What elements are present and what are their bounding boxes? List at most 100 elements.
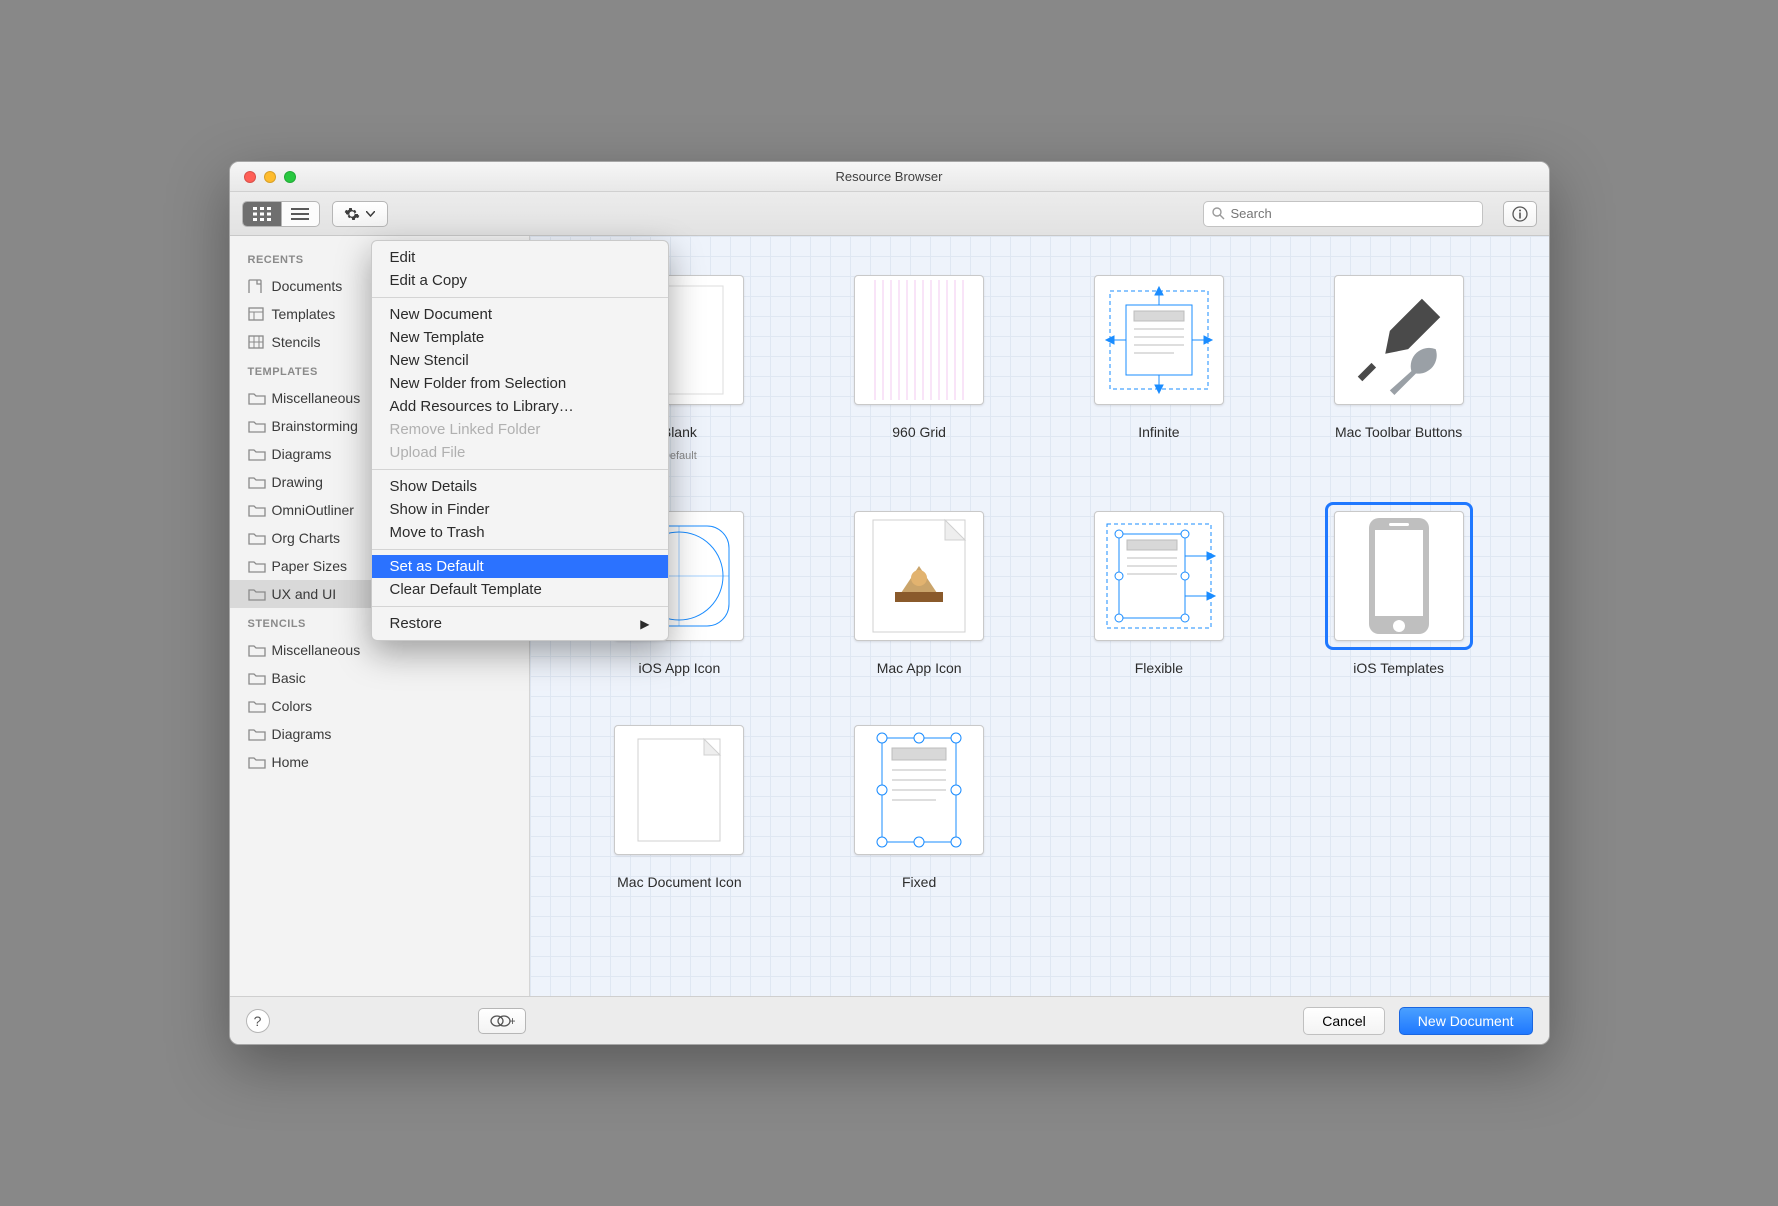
sidebar-item-label: Home <box>272 754 309 770</box>
template-item[interactable]: Mac App Icon <box>809 502 1029 676</box>
template-thumbnail <box>614 725 744 855</box>
add-linked-folder-button[interactable]: + <box>478 1008 526 1034</box>
menu-separator <box>372 297 668 298</box>
sidebar-item-label: Basic <box>272 670 306 686</box>
action-menu-button[interactable] <box>332 201 388 227</box>
menu-item-label: New Template <box>390 329 485 346</box>
menu-item[interactable]: Set as Default <box>372 555 668 578</box>
menu-item[interactable]: New Document <box>372 303 668 326</box>
sidebar-item-label: Drawing <box>272 474 323 490</box>
menu-item[interactable]: Restore▶ <box>372 612 668 635</box>
folder-icon <box>248 390 266 406</box>
template-item[interactable]: Mac Toolbar Buttons <box>1289 266 1509 462</box>
sidebar-item-label: Diagrams <box>272 446 332 462</box>
folder-icon <box>248 446 266 462</box>
cancel-button[interactable]: Cancel <box>1303 1007 1385 1035</box>
sten-icon <box>248 334 266 350</box>
sidebar-item[interactable]: Colors <box>230 692 529 720</box>
sidebar-item-label: Paper Sizes <box>272 558 347 574</box>
template-item[interactable]: Mac Document Icon <box>570 716 790 890</box>
sidebar-item[interactable]: Home <box>230 748 529 776</box>
action-dropdown-menu: Edit Edit a Copy New Document New Template N… <box>371 240 669 641</box>
help-button[interactable]: ? <box>246 1009 270 1033</box>
menu-item[interactable]: New Folder from Selection <box>372 372 668 395</box>
template-label: Mac Toolbar Buttons <box>1335 424 1462 440</box>
search-icon <box>1212 207 1225 220</box>
sidebar-item[interactable]: Diagrams <box>230 720 529 748</box>
template-label: 960 Grid <box>892 424 946 440</box>
sidebar-item-label: OmniOutliner <box>272 502 354 518</box>
sidebar-item[interactable]: Basic <box>230 664 529 692</box>
menu-item[interactable]: Clear Default Template <box>372 578 668 601</box>
menu-item-label: Edit a Copy <box>390 272 468 289</box>
svg-text:+: + <box>509 1014 515 1028</box>
template-label: Mac Document Icon <box>617 874 742 890</box>
gear-icon <box>344 206 360 222</box>
menu-item[interactable]: New Stencil <box>372 349 668 372</box>
template-item[interactable]: Infinite <box>1049 266 1269 462</box>
folder-icon <box>248 502 266 518</box>
search-input[interactable] <box>1231 206 1474 221</box>
menu-separator <box>372 549 668 550</box>
toolbar <box>230 192 1549 236</box>
template-thumbnail <box>854 511 984 641</box>
sidebar-item-label: Brainstorming <box>272 418 358 434</box>
view-mode-segmented <box>242 201 320 227</box>
sidebar-item-label: Miscellaneous <box>272 642 361 658</box>
search-field[interactable] <box>1203 201 1483 227</box>
folder-icon <box>248 418 266 434</box>
sidebar-item-label: Miscellaneous <box>272 390 361 406</box>
menu-item[interactable]: Edit <box>372 246 668 269</box>
folder-icon <box>248 474 266 490</box>
template-item[interactable]: Fixed <box>809 716 1029 890</box>
template-thumbnail <box>1094 511 1224 641</box>
menu-item: Upload File <box>372 441 668 464</box>
menu-item[interactable]: Show in Finder <box>372 498 668 521</box>
info-button[interactable] <box>1503 201 1537 227</box>
template-thumbnail <box>1094 275 1224 405</box>
footer: ? + Cancel New Document <box>230 996 1549 1044</box>
list-view-button[interactable] <box>281 202 319 226</box>
folder-icon <box>248 530 266 546</box>
folder-icon <box>248 670 266 686</box>
menu-item[interactable]: Show Details <box>372 475 668 498</box>
menu-separator <box>372 606 668 607</box>
menu-item-label: Move to Trash <box>390 524 485 541</box>
tmpl-icon <box>248 306 266 322</box>
template-item[interactable]: 960 Grid <box>809 266 1029 462</box>
folder-icon <box>248 754 266 770</box>
template-label: Mac App Icon <box>877 660 962 676</box>
menu-item[interactable]: Add Resources to Library… <box>372 395 668 418</box>
sidebar-item-label: Stencils <box>272 334 321 350</box>
sidebar-item-label: UX and UI <box>272 586 337 602</box>
template-thumbnail <box>1334 511 1464 641</box>
template-thumbnail <box>854 725 984 855</box>
resource-browser-window: Resource Browser <box>229 161 1550 1045</box>
menu-item-label: Restore <box>390 615 443 632</box>
sidebar-item-label: Colors <box>272 698 312 714</box>
template-label: Infinite <box>1138 424 1179 440</box>
folder-icon <box>248 558 266 574</box>
template-thumbnail <box>1334 275 1464 405</box>
sidebar-item-label: Diagrams <box>272 726 332 742</box>
grid-view-button[interactable] <box>243 202 281 226</box>
template-thumbnail <box>854 275 984 405</box>
template-item[interactable]: iOS Templates <box>1289 502 1509 676</box>
menu-item-label: Edit <box>390 249 416 266</box>
menu-item[interactable]: New Template <box>372 326 668 349</box>
template-label: Fixed <box>902 874 936 890</box>
template-label: iOS App Icon <box>639 660 721 676</box>
menu-item[interactable]: Move to Trash <box>372 521 668 544</box>
template-item[interactable]: Flexible <box>1049 502 1269 676</box>
folder-icon <box>248 642 266 658</box>
menu-item[interactable]: Edit a Copy <box>372 269 668 292</box>
folder-icon <box>248 586 266 602</box>
menu-item-label: New Stencil <box>390 352 469 369</box>
new-document-button[interactable]: New Document <box>1399 1007 1533 1035</box>
template-label: Flexible <box>1135 660 1183 676</box>
chevron-down-icon <box>366 211 375 217</box>
menu-item-label: Add Resources to Library… <box>390 398 574 415</box>
sidebar-item-label: Org Charts <box>272 530 340 546</box>
menu-item: Remove Linked Folder <box>372 418 668 441</box>
folder-icon <box>248 698 266 714</box>
